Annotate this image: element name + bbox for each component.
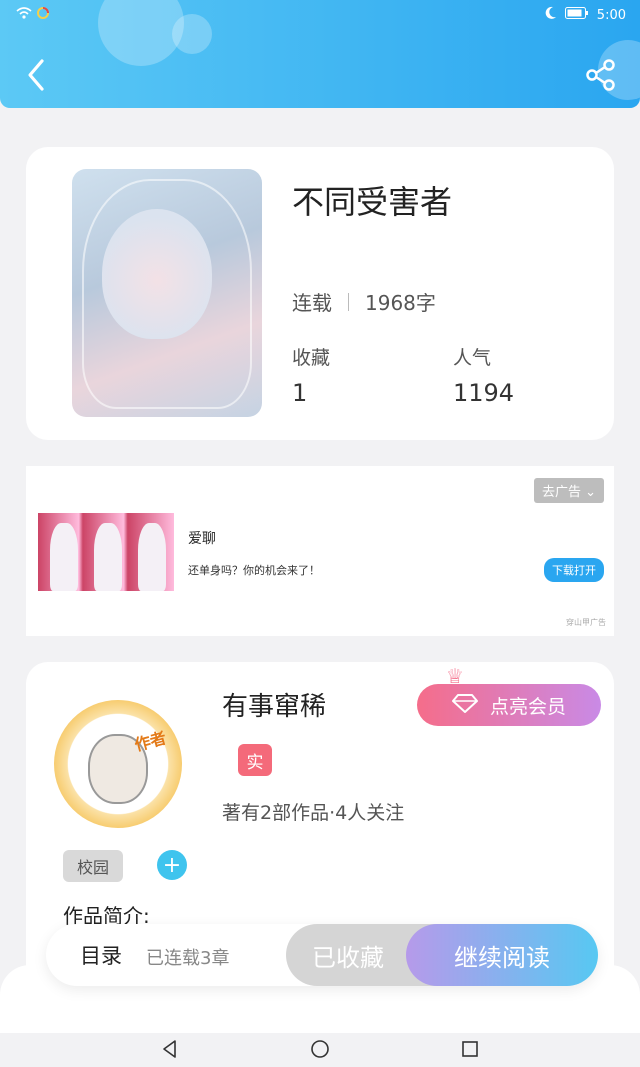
author-avatar[interactable]: 作者 (54, 700, 182, 828)
back-button[interactable] (22, 58, 52, 92)
cover-illustration (102, 209, 212, 339)
divider (348, 292, 349, 311)
word-count: 1968字 (365, 291, 436, 315)
chapter-count[interactable]: 已连载3章 (146, 944, 229, 970)
ad-person (138, 523, 166, 591)
book-title: 不同受害者 (292, 183, 453, 221)
ad-description: 还单身吗？你的机会来了！ (188, 564, 320, 577)
app-status-icon (36, 6, 50, 24)
add-tag-button[interactable]: + (157, 850, 187, 880)
share-button[interactable] (584, 58, 618, 92)
ad-source: 穿山甲广告 (566, 618, 606, 627)
favorites-label: 收藏 (292, 347, 331, 369)
nav-home-icon[interactable] (310, 1039, 330, 1063)
nav-back-icon[interactable] (160, 1039, 180, 1063)
header: 5:00 (0, 0, 640, 108)
book-cover[interactable] (72, 169, 262, 417)
author-badge: 作者 (132, 728, 169, 755)
ad-download-button[interactable]: 下载打开 (544, 558, 604, 582)
catalog-button[interactable]: 目录 (80, 940, 122, 970)
remove-ad-button[interactable]: 去广告 ⌄ (533, 478, 604, 503)
nav-recents-icon[interactable] (460, 1039, 480, 1063)
battery-icon (564, 7, 589, 23)
popularity-label: 人气 (453, 347, 492, 369)
verified-tag: 实 (238, 744, 272, 776)
bottom-action-bar: 目录 已连载3章 已收藏 继续阅读 (46, 924, 598, 986)
clock: 5:00 (596, 7, 626, 23)
ad-banner[interactable]: 去广告 ⌄ 爱聊 还单身吗？你的机会来了！ 下载打开 穿山甲广告 (26, 466, 614, 636)
vip-button[interactable]: 点亮会员 (417, 684, 601, 726)
book-status-row: 连载 1968字 (292, 287, 436, 316)
book-info-card: 不同受害者 连载 1968字 收藏 1 人气 1194 (26, 147, 614, 440)
author-name[interactable]: 有事窜稀 (222, 686, 326, 723)
genre-tag[interactable]: 校园 (63, 850, 124, 882)
wifi-icon (16, 6, 32, 24)
system-navigation-bar (0, 1033, 640, 1067)
moon-icon (545, 6, 557, 24)
ad-person (94, 523, 122, 591)
diamond-icon (451, 693, 478, 718)
continue-reading-button[interactable]: 继续阅读 (406, 924, 598, 986)
status-bar: 5:00 (0, 0, 640, 28)
author-works-info: 著有2部作品·4人关注 (222, 802, 405, 824)
ad-image[interactable] (38, 513, 174, 591)
ad-person (50, 523, 78, 591)
favorites-value: 1 (292, 379, 308, 407)
ad-title: 爱聊 (188, 531, 216, 547)
serial-status: 连载 (292, 291, 332, 315)
popularity-value: 1194 (453, 379, 515, 407)
